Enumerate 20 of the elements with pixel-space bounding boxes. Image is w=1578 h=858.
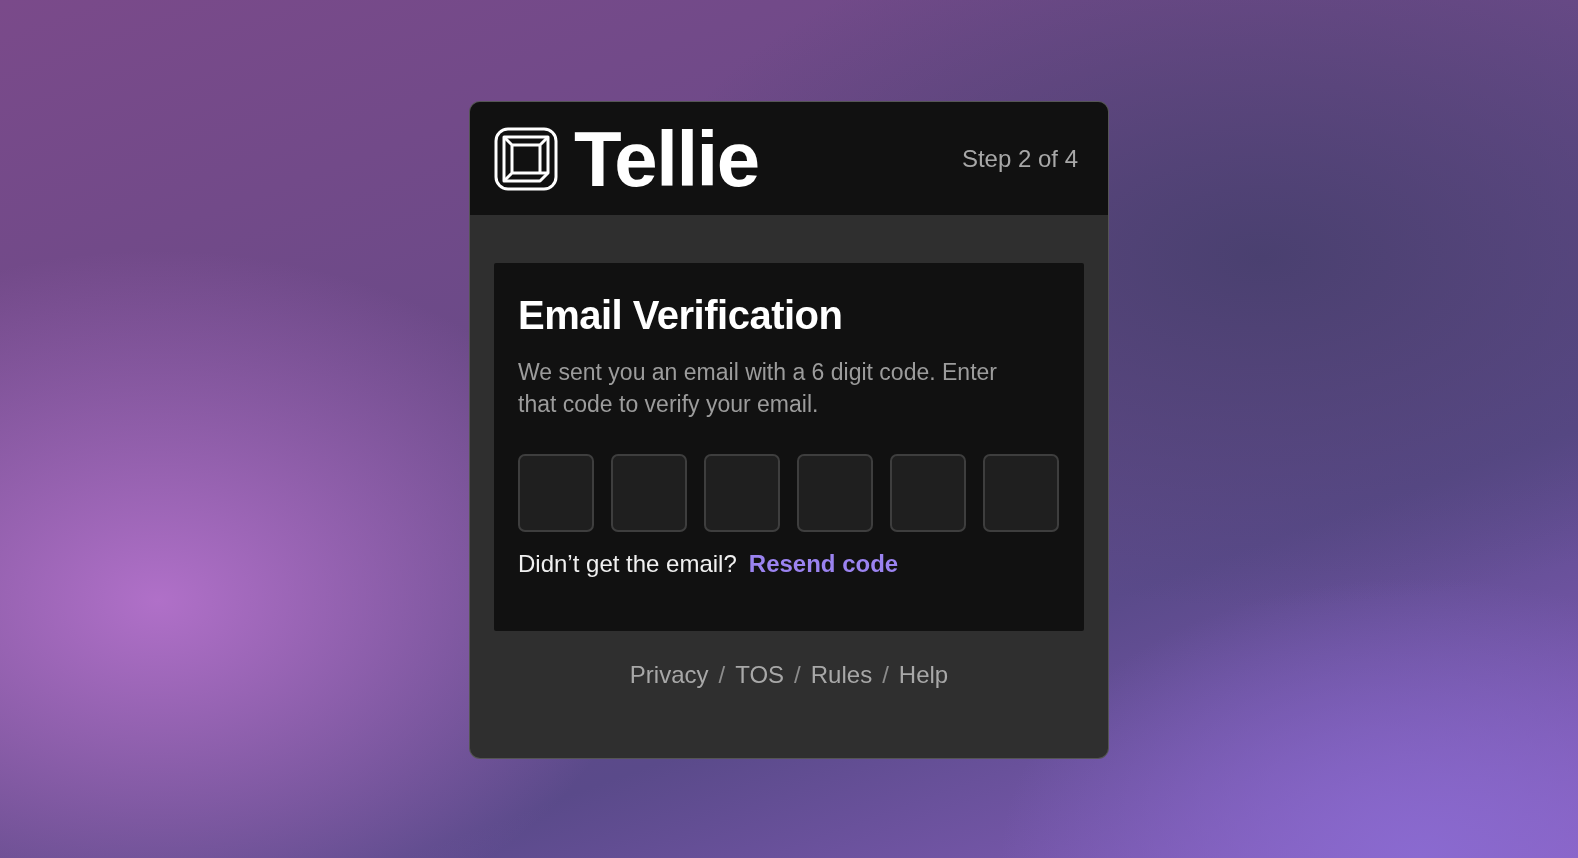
- logo-icon: [494, 126, 558, 191]
- code-digit-field[interactable]: [983, 454, 1059, 532]
- footer-link[interactable]: Rules: [810, 661, 873, 689]
- code-digit-field[interactable]: [797, 454, 873, 532]
- footer-link[interactable]: TOS: [735, 661, 785, 689]
- code-digit-field[interactable]: [704, 454, 780, 532]
- step-indicator: Step 2 of 4: [961, 144, 1078, 173]
- separator: /: [718, 661, 726, 689]
- resend-prompt: Didn’t get the email?: [518, 550, 737, 578]
- resend-code-link[interactable]: Resend code: [748, 550, 899, 578]
- separator: /: [794, 661, 801, 689]
- code-digit-field[interactable]: [518, 454, 594, 532]
- description: We sent you an email with a 6 digit code. Enter that code to verify your email.: [518, 358, 998, 419]
- code-digit-field[interactable]: [890, 454, 966, 532]
- code-digit-field[interactable]: [611, 454, 687, 532]
- card-title: Email Verification: [518, 293, 844, 338]
- footer-link[interactable]: Help: [898, 661, 949, 689]
- brand-name: Tellie: [574, 119, 759, 198]
- separator: /: [882, 661, 889, 689]
- footer-link[interactable]: Privacy: [629, 661, 709, 689]
